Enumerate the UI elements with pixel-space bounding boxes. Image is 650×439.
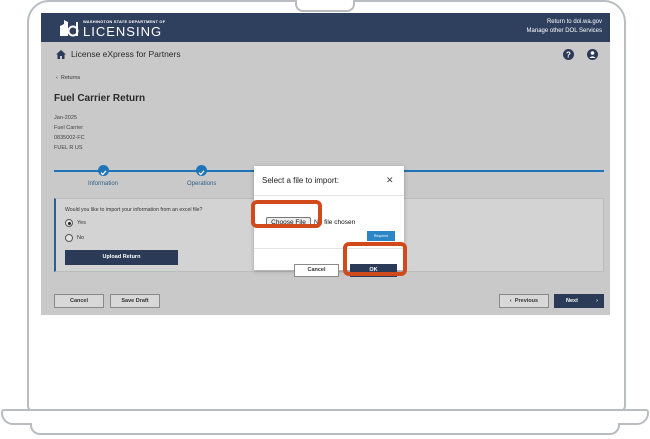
next-button[interactable]: Next ›: [554, 294, 604, 308]
camera-notch: [295, 0, 355, 12]
home-icon[interactable]: [56, 50, 66, 59]
dialog-divider-top: [254, 195, 404, 196]
step-information-label[interactable]: Information: [88, 181, 118, 187]
meta-type: Fuel Carrier: [54, 125, 84, 131]
laptop-base-lip: [30, 423, 620, 435]
meta-period: Jan-2025: [54, 115, 77, 121]
previous-label: Previous: [514, 298, 539, 304]
step-operations-label[interactable]: Operations: [187, 181, 216, 187]
top-header: WASHINGTON STATE DEPARTMENT OF LICENSING…: [41, 13, 610, 42]
save-draft-button[interactable]: Save Draft: [110, 294, 160, 308]
radio-yes-label: Yes: [77, 220, 86, 226]
dol-logo-icon: [60, 20, 79, 37]
meta-business: FUEL R US: [54, 145, 83, 151]
import-question: Would you like to import your informatio…: [65, 207, 203, 213]
choose-file-highlight: [251, 200, 322, 228]
upload-return-button[interactable]: Upload Return: [65, 250, 178, 265]
page-title: Fuel Carrier Return: [54, 93, 146, 104]
radio-yes[interactable]: [65, 219, 73, 227]
step-information-complete-icon: [98, 165, 109, 176]
return-to-dol-link[interactable]: Return to dol.wa.gov: [527, 18, 602, 27]
previous-button[interactable]: ‹ Previous: [499, 294, 549, 308]
logo-title: LICENSING: [83, 24, 163, 39]
help-icon[interactable]: ?: [563, 49, 574, 60]
chevron-right-icon: ›: [596, 298, 598, 304]
app-title: License eXpress for Partners: [71, 49, 181, 59]
close-icon[interactable]: ✕: [386, 175, 394, 186]
chevron-left-icon: ‹: [509, 298, 512, 304]
top-links: Return to dol.wa.gov Manage other DOL Se…: [527, 18, 602, 36]
dialog-cancel-button[interactable]: Cancel: [294, 264, 339, 277]
svg-text:?: ?: [566, 50, 571, 59]
dol-logo[interactable]: WASHINGTON STATE DEPARTMENT OF LICENSING: [58, 16, 165, 40]
meta-account: 0835002-FC: [54, 135, 85, 141]
cancel-button[interactable]: Cancel: [54, 294, 104, 308]
radio-no[interactable]: [65, 234, 73, 242]
app-screen: WASHINGTON STATE DEPARTMENT OF LICENSING…: [41, 13, 610, 315]
back-to-returns-link[interactable]: ‹ Returns: [56, 75, 80, 81]
dialog-title: Select a file to import:: [262, 176, 339, 185]
next-label: Next: [566, 298, 578, 304]
required-badge: Required: [367, 231, 395, 241]
back-link-label: Returns: [60, 75, 81, 81]
ok-button-highlight: [343, 242, 407, 276]
return-meta: Jan-2025 Fuel Carrier 0835002-FC FUEL R …: [54, 113, 85, 153]
user-icon[interactable]: [587, 49, 598, 60]
radio-no-label: No: [77, 235, 85, 241]
manage-services-link[interactable]: Manage other DOL Services: [527, 27, 602, 36]
step-operations-complete-icon: [196, 165, 207, 176]
chevron-left-icon: ‹: [56, 75, 58, 81]
app-bar: License eXpress for Partners ?: [41, 42, 610, 66]
